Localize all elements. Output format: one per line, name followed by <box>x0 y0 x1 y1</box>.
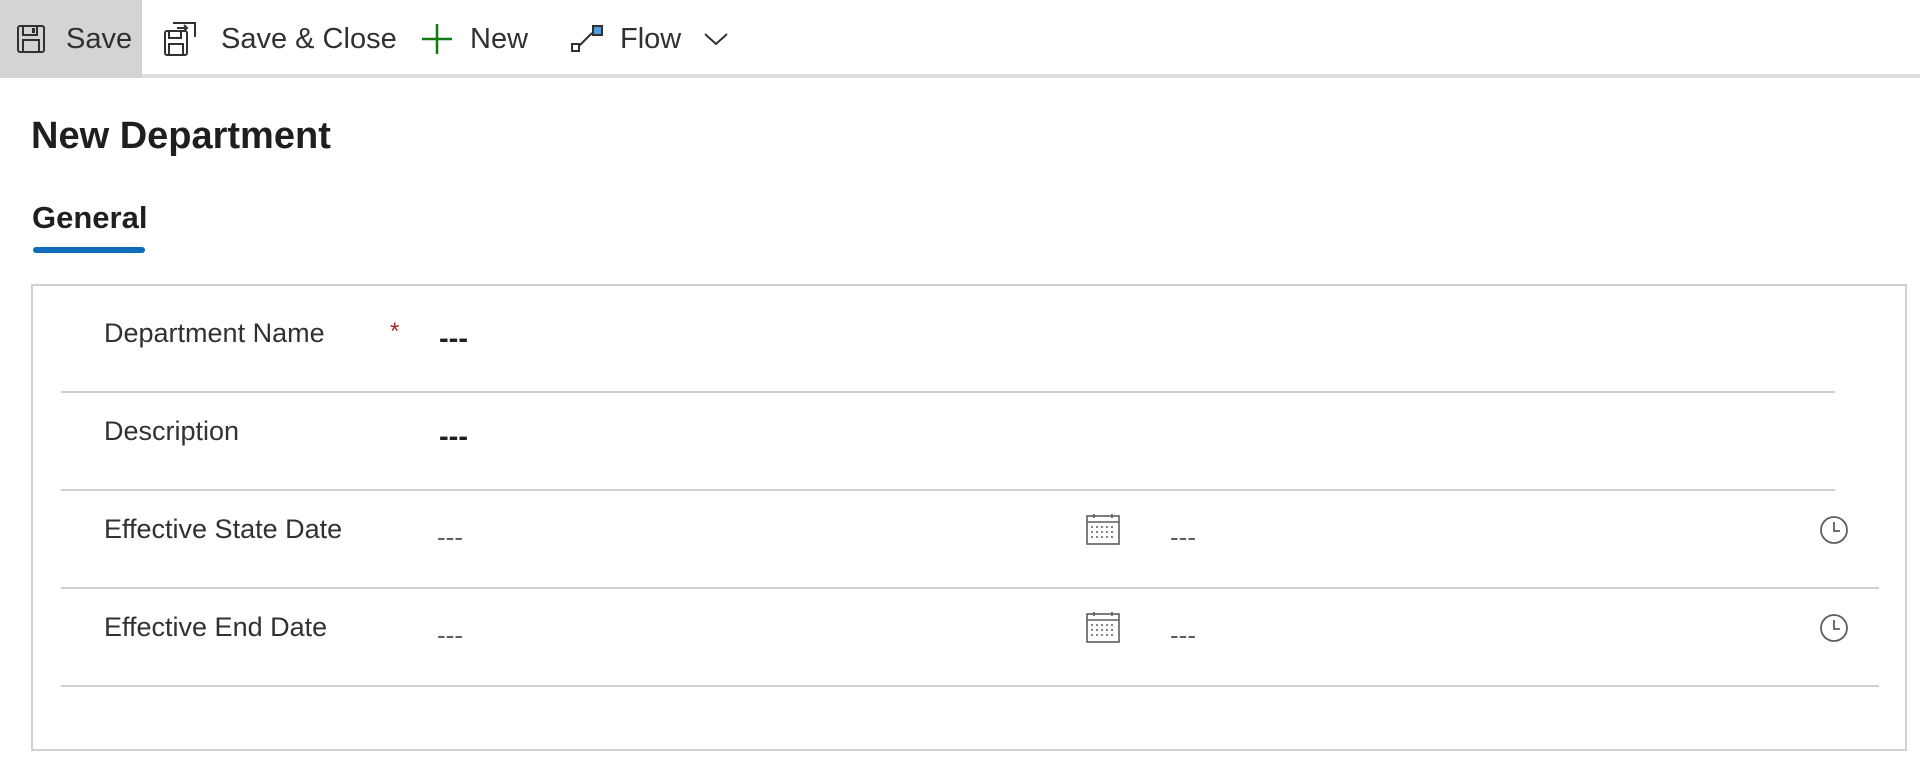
plus-icon <box>420 22 454 56</box>
save-button[interactable]: Save <box>0 0 142 78</box>
required-marker: * <box>390 318 400 345</box>
flow-button[interactable]: Flow <box>570 0 681 78</box>
save-close-icon <box>163 21 197 57</box>
effective-end-time-input[interactable]: --- <box>1170 618 1820 652</box>
divider <box>61 489 1835 491</box>
clock-icon[interactable] <box>1817 611 1851 645</box>
effective-start-time-input[interactable]: --- <box>1170 520 1820 554</box>
save-and-close-button[interactable]: Save & Close <box>163 0 397 78</box>
divider <box>61 587 1879 589</box>
effective-end-date-input[interactable]: --- <box>437 618 1037 652</box>
flow-icon <box>570 24 604 54</box>
calendar-icon[interactable] <box>1085 609 1121 645</box>
description-label: Description <box>104 416 240 446</box>
tab-general[interactable]: General <box>32 198 147 238</box>
department-name-label: Department Name <box>104 318 325 348</box>
tab-selected-indicator <box>33 247 145 253</box>
effective-start-date-label: Effective State Date <box>104 514 343 544</box>
description-field[interactable]: --- <box>439 420 1869 454</box>
command-bar: Save Save & Close New Flow <box>0 0 1920 78</box>
chevron-down-icon <box>703 31 729 47</box>
flow-label: Flow <box>620 22 682 55</box>
divider <box>61 391 1835 393</box>
more-commands-button[interactable] <box>700 0 732 78</box>
effective-end-date-label: Effective End Date <box>104 612 328 642</box>
new-label: New <box>470 22 529 55</box>
department-name-field[interactable]: --- <box>439 322 1869 356</box>
general-section: Department Name * --- Description --- Ef… <box>31 284 1907 751</box>
save-close-label: Save & Close <box>221 22 397 55</box>
save-label: Save <box>66 22 133 55</box>
calendar-icon[interactable] <box>1085 511 1121 547</box>
effective-start-date-input[interactable]: --- <box>437 520 1037 554</box>
clock-icon[interactable] <box>1817 513 1851 547</box>
new-button[interactable]: New <box>420 0 528 78</box>
save-icon <box>16 24 46 54</box>
divider <box>61 685 1879 687</box>
page: Save Save & Close New Flow New Departmen… <box>0 0 1920 778</box>
page-title: New Department <box>31 115 331 157</box>
